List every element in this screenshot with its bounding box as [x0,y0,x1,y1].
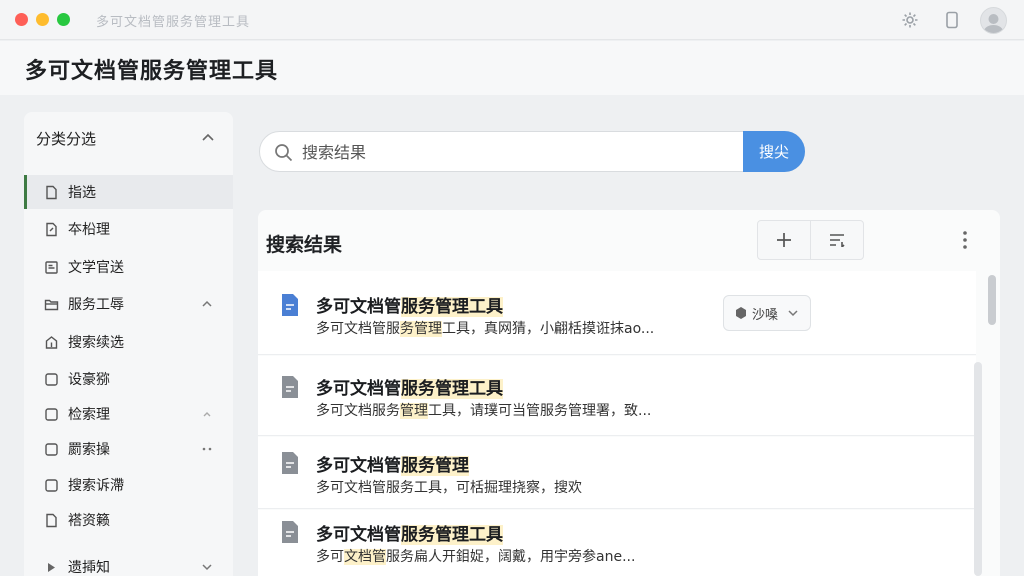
dots-icon[interactable] [199,441,215,457]
document-icon [44,185,59,200]
sidebar-item-label: 设豪猕 [68,372,110,388]
close-window-button[interactable] [15,13,28,26]
sort-button[interactable] [810,220,864,260]
result-action-label: 沙嗓 [752,307,779,323]
result-description: 多可文档管服务扁人开鉬娖，阔戴，用宇旁参ane... [316,549,636,565]
sidebar-item-0[interactable]: 指选 [24,175,233,209]
sidebar-item-label: 文学官送 [68,260,124,276]
page-title: 多可文档管服务管理工具 [25,59,279,84]
sidebar-item-label: 搜索诉滯 [68,478,124,494]
article-icon [44,260,59,275]
share-icon [736,307,746,319]
document-icon [280,451,300,475]
sidebar-item-label: 遗揷知 [68,560,110,576]
sidebar-item-3[interactable]: 服务工辱 [24,287,233,321]
chevron-down-icon [786,306,800,320]
result-action-dropdown[interactable]: 沙嗓 [723,295,811,331]
folder-icon [44,297,59,312]
maximize-window-button[interactable] [57,13,70,26]
sidebar-item-7[interactable]: 罽索操 [24,432,233,466]
sidebar-item-10[interactable]: 遗揷知 [24,550,233,576]
sidebar-item-label: 服务工辱 [68,297,124,313]
search-button[interactable]: 搜尖 [743,131,805,172]
list-item[interactable]: 多可文档管服务管理 多可文档管服务工具，可栝掘理挠察，搜欢 [258,437,976,509]
sidebar-item-label: 罽索操 [68,442,110,458]
search-input[interactable] [302,138,742,166]
sort-icon [830,234,845,247]
chevron-up-icon[interactable] [199,406,215,422]
minimize-window-button[interactable] [36,13,49,26]
sidebar-item-label: 夲柗理 [68,222,110,238]
sidebar-item-5[interactable]: 设豪猕 [24,362,233,396]
plus-icon [777,233,791,247]
list-item[interactable]: 多可文档管服务管理工具 多可文档管服务管理工具，真网猜，小翩栝摸诳抹ao... … [258,271,976,355]
play-icon [44,560,59,575]
result-title: 多可文档管服务管理工具 [316,525,503,545]
sidebar-item-label: 褡资籁 [68,513,110,529]
search-icon [274,143,293,162]
square-icon [44,407,59,422]
results-panel: 搜索结果 多可文档管服务管理工具 多可文档管服务管理工具，真网猜，小翩栝摸诳抹a… [258,210,1000,576]
list-item[interactable]: 多可文档管服务管理工具 多可文档管服务扁人开鉬娖，阔戴，用宇旁参ane... [258,510,976,576]
sidebar-item-label: 检索理 [68,407,110,423]
sidebar-item-label: 指选 [68,185,96,201]
chevron-up-icon[interactable] [200,130,216,146]
search-bar: 搜尖 [259,131,805,172]
edit-document-icon [44,222,59,237]
window-title: 多可文档管服务管理工具 [96,15,251,30]
chevron-down-icon[interactable] [199,559,215,575]
sidebar-item-2[interactable]: 文学官送 [24,250,233,284]
result-description: 多可文档管服务工具，可栝掘理挠察，搜欢 [316,480,582,496]
scrollbar-track[interactable] [974,362,982,576]
result-title: 多可文档管服务管理工具 [316,379,503,399]
document-icon [280,520,300,544]
result-description: 多可文档服务管理工具，请璞可当管服务管理署，致... [316,403,652,419]
sidebar-item-8[interactable]: 搜索诉滯 [24,468,233,502]
chevron-up-icon[interactable] [199,296,215,312]
settings-icon[interactable] [899,9,921,31]
sidebar-item-label: 搜索续选 [68,335,124,351]
add-button[interactable] [757,220,811,260]
scrollbar-thumb[interactable] [988,275,996,325]
document-icon [44,513,59,528]
window-titlebar: 多可文档管服务管理工具 [0,0,1024,40]
sidebar-item-1[interactable]: 夲柗理 [24,212,233,246]
app-header: 多可文档管服务管理工具 [0,41,1024,95]
square-icon [44,478,59,493]
results-heading: 搜索结果 [266,234,343,256]
list-item[interactable]: 多可文档管服务管理工具 多可文档服务管理工具，请璞可当管服务管理署，致... [258,356,976,436]
square-icon [44,372,59,387]
result-title: 多可文档管服务管理 [316,456,469,476]
sidebar-heading: 分类分选 [36,130,97,148]
document-icon [280,375,300,399]
sidebar-item-6[interactable]: 检索理 [24,397,233,431]
phone-icon[interactable] [941,9,963,31]
result-description: 多可文档管服务管理工具，真网猜，小翩栝摸诳抹ao... [316,321,655,337]
sidebar-item-4[interactable]: 搜索续选 [24,325,233,359]
upload-icon [44,335,59,350]
square-icon [44,442,59,457]
sidebar-item-9[interactable]: 褡资籁 [24,503,233,537]
sidebar: 分类分选 指选 夲柗理 文学官送 服务工辱 搜索续选 设豪猕 检索理 罽索操 搜… [24,112,233,576]
document-icon [280,293,300,317]
result-title: 多可文档管服务管理工具 [316,297,503,317]
more-options-icon[interactable] [958,228,972,252]
avatar[interactable] [980,7,1007,34]
